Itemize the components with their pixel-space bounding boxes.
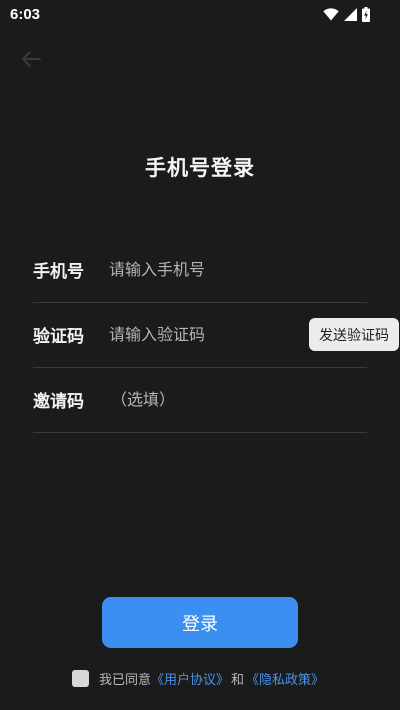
- status-icons: [323, 6, 370, 22]
- phone-label: 手机号: [33, 262, 84, 282]
- back-button[interactable]: [18, 46, 44, 72]
- send-code-button[interactable]: 发送验证码: [309, 318, 399, 351]
- wifi-icon: [323, 7, 339, 21]
- user-agreement-link[interactable]: 《用户协议》: [151, 669, 229, 688]
- arrow-left-icon: [22, 51, 41, 67]
- code-row: 验证码 发送验证码: [33, 302, 399, 368]
- phone-row: 手机号: [33, 237, 367, 303]
- status-time: 6:03: [10, 5, 41, 23]
- privacy-policy-link[interactable]: 《隐私政策》: [246, 669, 324, 688]
- agreement-and: 和: [231, 672, 245, 688]
- code-label: 验证码: [33, 327, 84, 347]
- status-bar: 6:03: [0, 0, 400, 28]
- signal-icon: [344, 7, 357, 21]
- login-button[interactable]: 登录: [102, 597, 298, 648]
- battery-charging-icon: [362, 6, 370, 22]
- phone-input[interactable]: [109, 260, 367, 279]
- agreement: 我已同意 《用户协议》 和 《隐私政策》: [72, 668, 324, 688]
- agreement-prefix: 我已同意: [99, 672, 152, 688]
- invite-input[interactable]: [111, 390, 367, 409]
- agreement-checkbox[interactable]: [72, 669, 89, 687]
- invite-label: 邀请码: [33, 392, 84, 412]
- invite-row: 邀请码: [33, 367, 367, 433]
- page-title: 手机号登录: [145, 156, 255, 180]
- code-input[interactable]: [109, 325, 309, 344]
